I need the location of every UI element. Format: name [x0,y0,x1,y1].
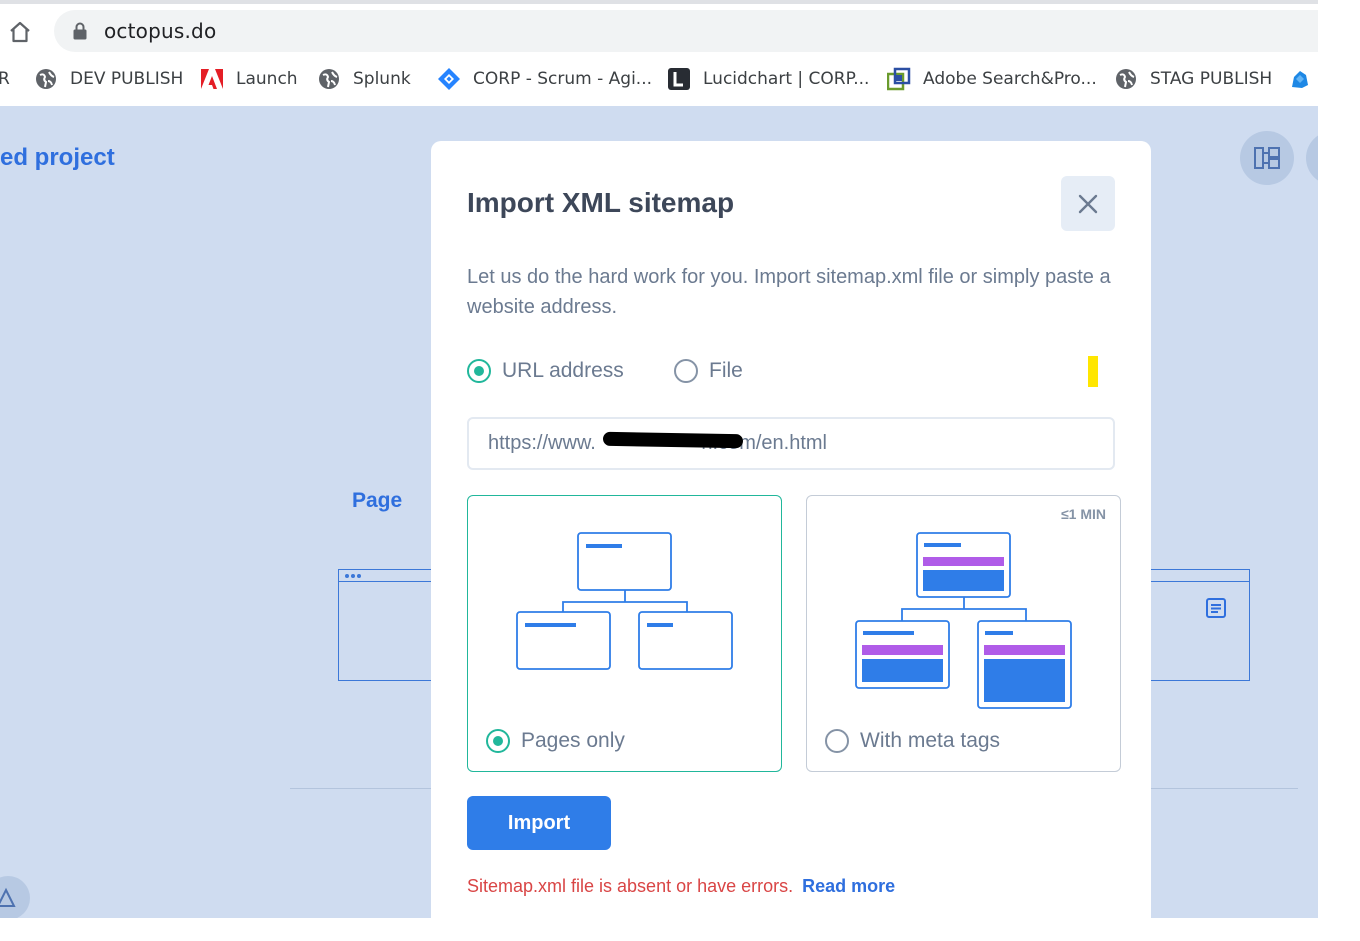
lucidchart-icon [668,68,690,90]
address-url[interactable]: octopus.do [104,19,216,43]
page-card-bar [339,570,432,582]
globe-icon [319,69,339,89]
window-edge [1318,0,1360,918]
bookmark-stag-publish[interactable]: STAG PUBLISH [1114,62,1272,96]
bookmark-extension[interactable] [1288,62,1318,96]
url-input[interactable] [467,417,1115,470]
option-label: With meta tags [860,729,1001,752]
import-sitemap-modal: Import XML sitemap Let us do the hard wo… [431,141,1151,941]
radio-url-address[interactable]: URL address [467,357,624,385]
bookmark-label: R [0,69,10,89]
bookmark-splunk[interactable]: Splunk [317,62,411,96]
page-card-title[interactable]: Page [352,489,402,513]
tab-strip [0,0,1318,4]
bookmark-label: Adobe Search&Pro... [923,69,1097,89]
option-with-meta-tags[interactable]: ≤1 MIN With meta tags [806,495,1121,772]
document-icon[interactable] [1205,597,1227,619]
option-label-row[interactable]: Pages only [486,729,625,753]
toolbar-circle-button[interactable] [1306,131,1318,185]
page-card-left[interactable] [338,569,433,681]
pages-tree-illustration [516,532,733,670]
bookmark-dev-publish[interactable]: DEV PUBLISH [34,62,183,96]
jira-icon [438,68,460,90]
modal-description: Let us do the hard work for you. Import … [467,266,1111,318]
bookmark-lucidchart[interactable]: Lucidchart | CORP... [667,62,869,96]
option-pages-only[interactable]: Pages only [467,495,782,772]
bookmark-launch[interactable]: Launch [200,62,298,96]
bookmark-label: STAG PUBLISH [1150,69,1273,89]
error-message: Sitemap.xml file is absent or have error… [467,876,895,897]
close-button[interactable] [1061,176,1115,231]
bookmark-label: Splunk [353,69,411,89]
globe-icon [1116,69,1136,89]
read-more-link[interactable]: Read more [802,876,895,896]
home-icon[interactable] [8,20,32,44]
bookmark-corp-scrum[interactable]: CORP - Scrum - Agi... [437,62,652,96]
globe-icon [36,69,56,89]
close-icon [1078,194,1098,213]
radio-button-selected[interactable] [486,729,510,753]
more-dots-icon[interactable] [342,570,372,580]
bookmark-adobe-search[interactable]: Adobe Search&Pro... [887,62,1097,96]
project-title[interactable]: ed project [0,144,115,172]
adobe-icon [201,69,223,89]
sitemap-view-button[interactable] [1240,131,1294,185]
modal-title: Import XML sitemap [467,187,735,218]
meta-tree-illustration [855,532,1072,709]
option-label: Pages only [521,729,625,752]
error-text: Sitemap.xml file is absent or have error… [467,876,794,896]
bookmark-label: DEV PUBLISH [70,69,184,89]
lock-icon[interactable] [72,22,88,40]
bookmark-label: Launch [236,69,298,89]
address-bar[interactable] [54,10,1318,52]
sitemap-tree-icon [1254,147,1280,169]
bookmarks-bar: R DEV PUBLISH Launch Splunk CORP - Scrum… [0,62,1318,96]
radio-file[interactable]: File [674,357,743,385]
option-label-row[interactable]: With meta tags [825,729,1000,753]
bookmark-label: CORP - Scrum - Agi... [473,69,653,89]
radio-button[interactable] [825,729,849,753]
page-card-bar [1149,570,1249,582]
highlight-mark [1088,356,1098,387]
warning-button[interactable] [0,876,30,918]
redaction-mark [602,431,744,449]
radio-button-selected[interactable] [467,359,491,383]
bookmark-r[interactable]: R [0,62,10,96]
radio-label: URL address [502,359,624,382]
bookmark-label: Lucidchart | CORP... [703,69,870,89]
radio-button[interactable] [674,359,698,383]
warning-icon [0,887,16,907]
import-button[interactable]: Import [467,796,611,850]
extension-icon [1292,71,1308,88]
adobe-search-icon [887,67,911,91]
radio-label: File [709,359,743,382]
page-card-right[interactable] [1148,569,1250,681]
browser-chrome: octopus.do R DEV PUBLISH Launch Splunk C… [0,0,1318,106]
